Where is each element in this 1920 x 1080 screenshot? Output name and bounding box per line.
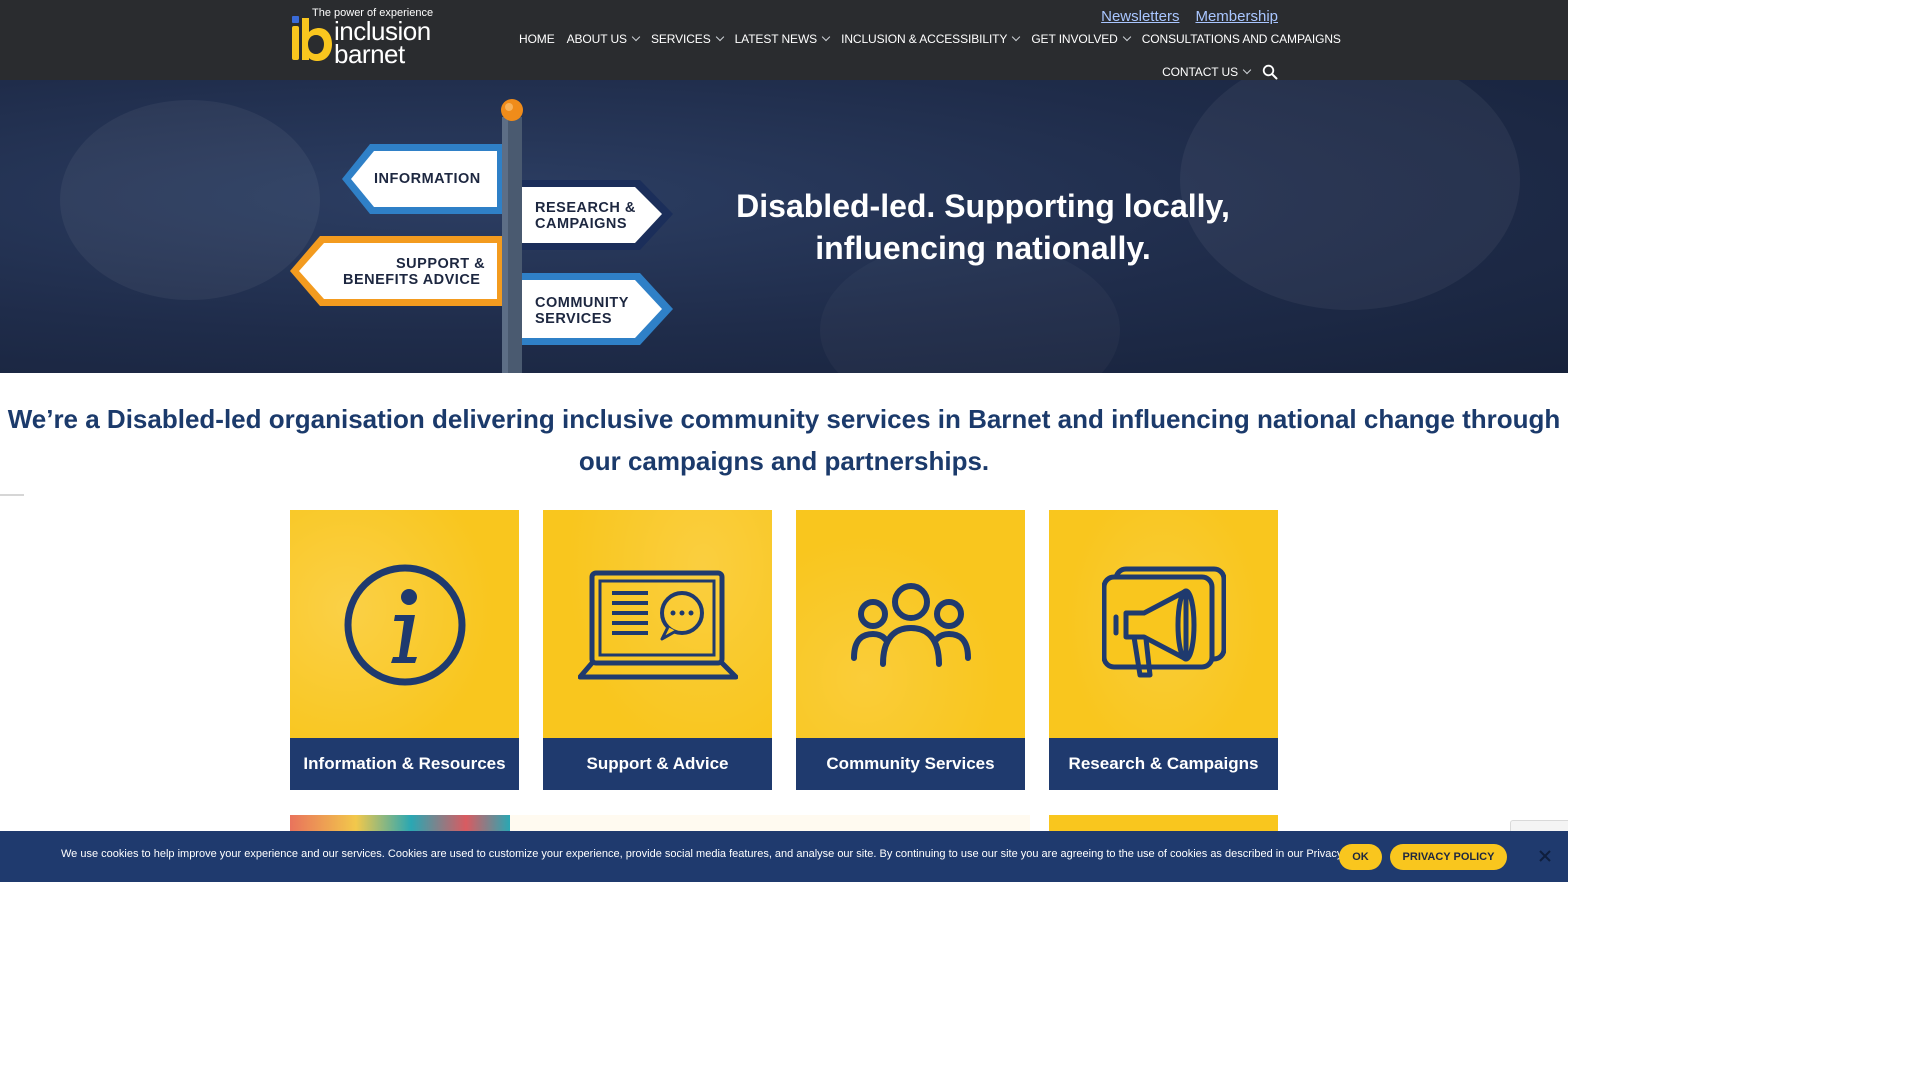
nav-label: LATEST NEWS xyxy=(734,32,818,46)
hero-banner: INFORMATION RESEARCH & CAMPAIGNS SUPPORT… xyxy=(0,80,1568,373)
chevron-down-icon xyxy=(1242,65,1252,75)
card-title: Community Services xyxy=(796,738,1025,790)
card-information-resources[interactable]: Information & Resources xyxy=(290,510,519,790)
nav-label: CONSULTATIONS AND CAMPAIGNS xyxy=(1141,32,1341,46)
site-logo[interactable]: The power of experience inclusion barnet xyxy=(290,6,450,69)
hero-heading: Disabled-led. Supporting locally, influe… xyxy=(736,188,1230,266)
sign-research-label-1: RESEARCH & xyxy=(535,200,636,216)
sign-information-label: INFORMATION xyxy=(374,171,481,187)
nav-item-consultations[interactable]: CONSULTATIONS AND CAMPAIGNS xyxy=(1142,32,1341,46)
main-nav-row2: CONTACT US xyxy=(1162,64,1278,80)
people-group-icon xyxy=(796,510,1025,739)
top-links: Newsletters Membership xyxy=(1101,8,1278,25)
privacy-policy-button[interactable]: PRIVACY POLICY xyxy=(1390,844,1507,870)
card-title: Research & Campaigns xyxy=(1049,738,1278,790)
hero-bg-shape xyxy=(60,100,320,300)
info-icon xyxy=(290,510,519,739)
sign-community-label-2: SERVICES xyxy=(535,311,613,327)
divider xyxy=(0,494,24,496)
chevron-down-icon xyxy=(631,32,641,42)
sign-community-label-1: COMMUNITY xyxy=(535,295,629,311)
chevron-down-icon xyxy=(821,32,831,42)
nav-label: CONTACT US xyxy=(1162,65,1238,79)
search-icon[interactable] xyxy=(1262,64,1278,80)
nav-item-services[interactable]: SERVICES xyxy=(650,32,724,46)
laptop-chat-icon xyxy=(543,510,772,739)
sign-support-label-1: SUPPORT & xyxy=(396,256,486,272)
nav-label: INCLUSION & ACCESSIBILITY xyxy=(841,32,1008,46)
card-support-advice[interactable]: Support & Advice xyxy=(543,510,772,790)
site-header: The power of experience inclusion barnet… xyxy=(0,0,1568,80)
main-nav: HOME ABOUT US SERVICES LATEST NEWS INCLU… xyxy=(519,32,1341,46)
card-title: Support & Advice xyxy=(543,738,772,790)
intro-statement: We’re a Disabled-led organisation delive… xyxy=(7,404,1561,476)
membership-link[interactable]: Membership xyxy=(1195,8,1278,25)
close-icon[interactable] xyxy=(1538,849,1552,863)
card-community-services[interactable]: Community Services xyxy=(796,510,1025,790)
logo-word-barnet: barnet xyxy=(334,39,405,69)
megaphone-icon xyxy=(1049,510,1278,739)
cookie-consent-bar: We use cookies to help improve your expe… xyxy=(0,831,1568,882)
chevron-down-icon xyxy=(1012,32,1021,42)
cookie-message: We use cookies to help improve your expe… xyxy=(61,848,1378,860)
nav-item-about-us[interactable]: ABOUT US xyxy=(566,32,641,46)
chevron-down-icon xyxy=(1122,32,1131,42)
nav-label: GET INVOLVED xyxy=(1031,32,1118,46)
sign-research-label-2: CAMPAIGNS xyxy=(535,216,628,232)
hero-signpost: INFORMATION RESEARCH & CAMPAIGNS SUPPORT… xyxy=(290,97,680,373)
nav-item-latest-news[interactable]: LATEST NEWS xyxy=(734,32,831,46)
nav-label: SERVICES xyxy=(650,32,711,46)
sign-support-label-2: BENEFITS ADVICE xyxy=(343,272,481,288)
card-title: Information & Resources xyxy=(290,738,519,790)
newsletters-link[interactable]: Newsletters xyxy=(1101,8,1179,25)
card-research-campaigns[interactable]: Research & Campaigns xyxy=(1049,510,1278,790)
signpost-graphic xyxy=(290,99,673,373)
cookie-ok-button[interactable]: OK xyxy=(1339,844,1382,870)
nav-item-home[interactable]: HOME xyxy=(519,32,555,46)
nav-item-contact-us[interactable]: CONTACT US xyxy=(1162,65,1252,79)
nav-item-get-involved[interactable]: GET INVOLVED xyxy=(1031,32,1131,46)
nav-label: HOME xyxy=(519,32,555,46)
chevron-down-icon xyxy=(715,32,724,42)
nav-label: ABOUT US xyxy=(566,32,627,46)
nav-item-inclusion-accessibility[interactable]: INCLUSION & ACCESSIBILITY xyxy=(841,32,1021,46)
